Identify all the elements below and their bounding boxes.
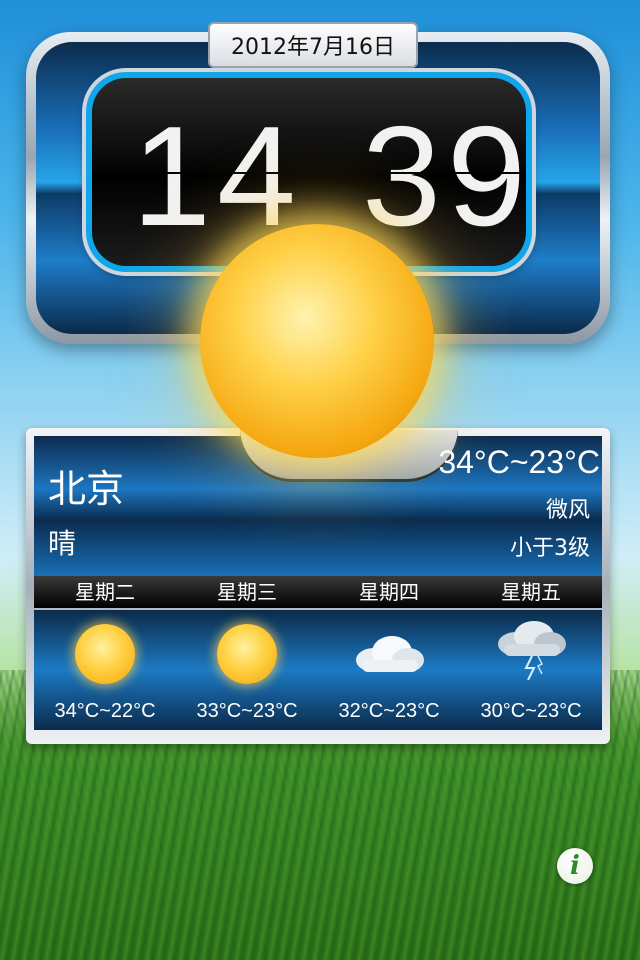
forecast-day: 星期三: [217, 580, 277, 604]
info-icon[interactable]: i: [557, 848, 593, 884]
wind-level: 小于3级: [510, 536, 590, 561]
forecast-row: 34°C~22°C 33°C~23°C 32°C~23°C 30°C~23°C: [34, 610, 602, 730]
forecast-temp: 32°C~23°C: [338, 700, 440, 722]
city-name: 北京: [48, 467, 125, 511]
thunderstorm-icon: [498, 621, 566, 680]
forecast-temp: 34°C~22°C: [54, 700, 156, 722]
clock-hour: 14: [132, 97, 302, 256]
forecast-days-bar: 星期二 星期三 星期四 星期五: [34, 576, 602, 608]
forecast-item[interactable]: 32°C~23°C: [318, 610, 460, 730]
forecast-day: 星期二: [75, 580, 135, 604]
cloud-icon: [356, 636, 424, 672]
forecast-day: 星期五: [501, 580, 561, 604]
wind-description: 微风: [545, 498, 590, 523]
forecast-temp: 33°C~23°C: [196, 700, 298, 722]
forecast-item[interactable]: 34°C~22°C: [34, 610, 176, 730]
clock-minute: 39: [362, 97, 526, 256]
forecast-item[interactable]: 33°C~23°C: [176, 610, 318, 730]
forecast-item[interactable]: 30°C~23°C: [460, 610, 602, 730]
current-temperature-range: 34°C~23°C: [438, 444, 600, 480]
forecast-day: 星期四: [359, 580, 419, 604]
sun-icon: [75, 624, 135, 684]
forecast-temp: 30°C~23°C: [480, 700, 582, 722]
current-condition: 晴: [48, 527, 77, 560]
date-label: 2012年7月16日: [208, 22, 418, 68]
sun-icon: [217, 624, 277, 684]
sun-icon: [200, 224, 434, 458]
weather-widget: 北京 晴 34°C~23°C 微风 小于3级 星期二 星期三 星期四 星期五 3…: [26, 428, 610, 744]
